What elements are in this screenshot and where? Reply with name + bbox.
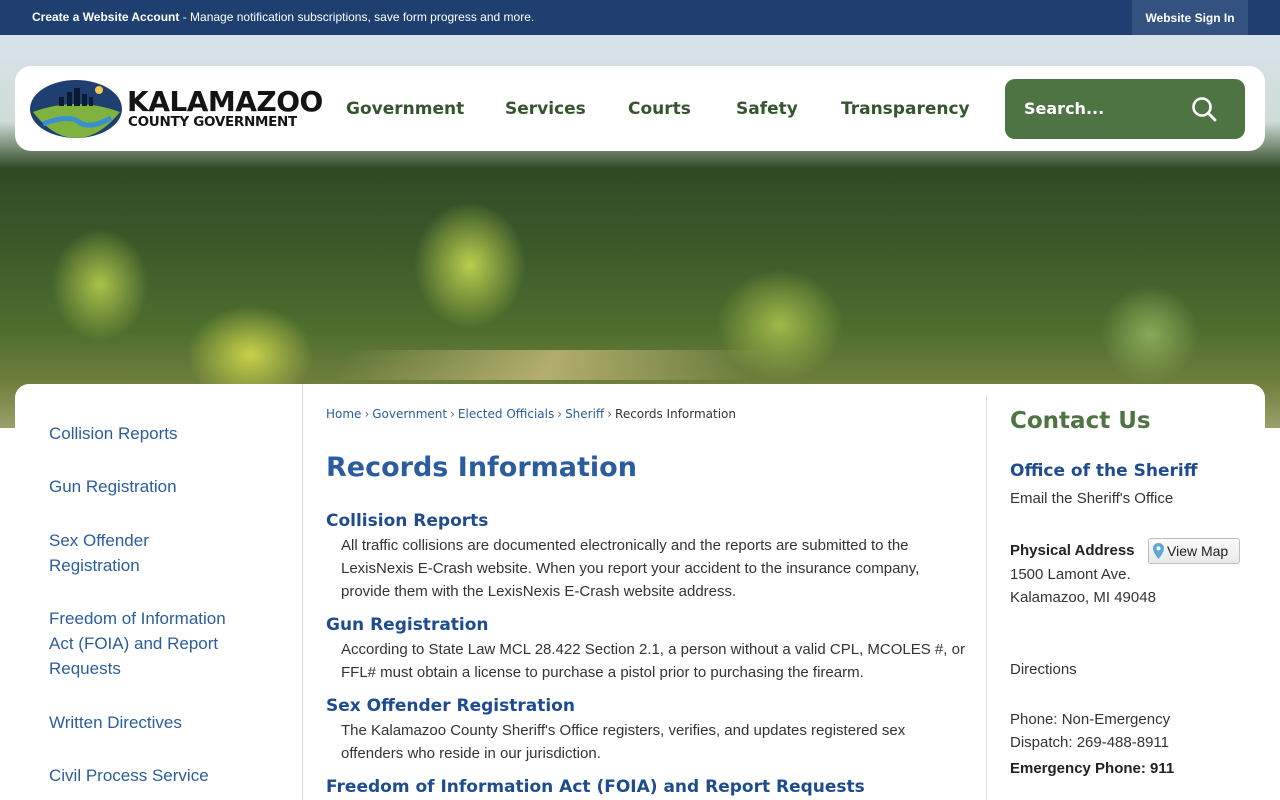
contact-email-link[interactable]: Email the Sheriff's Office (1010, 490, 1173, 507)
breadcrumb-elected-officials[interactable]: Elected Officials (458, 407, 554, 421)
sidebar-item-foia[interactable]: Freedom of Information Act (FOIA) and Re… (49, 606, 254, 681)
nav-government[interactable]: Government (346, 99, 464, 119)
breadcrumb-separator: › (450, 407, 455, 421)
view-map-label: View Map (1167, 543, 1229, 559)
section-body-sex-offender-registration: The Kalamazoo County Sheriff's Office re… (341, 722, 906, 762)
emergency-phone: Emergency Phone: 911 (1010, 760, 1175, 777)
map-pin-icon (1153, 543, 1164, 559)
top-notification-bar: Create a Website Account - Manage notifi… (0, 0, 1280, 35)
county-emblem-icon (30, 80, 122, 138)
sidebar-item-collision-reports[interactable]: Collision Reports (49, 421, 269, 446)
dispatch-phone[interactable]: Dispatch: 269-488-8911 (1010, 734, 1169, 751)
section-heading-foia[interactable]: Freedom of Information Act (FOIA) and Re… (326, 777, 865, 797)
breadcrumb-sheriff[interactable]: Sheriff (565, 407, 604, 421)
section-heading-collision-reports[interactable]: Collision Reports (326, 511, 488, 531)
section-heading-sex-offender-registration[interactable]: Sex Offender Registration (326, 696, 575, 716)
search-icon[interactable] (1191, 96, 1217, 122)
address-line-1: 1500 Lamont Ave. (1010, 566, 1131, 583)
breadcrumb-government[interactable]: Government (372, 407, 447, 421)
logo-subtitle: COUNTY GOVERNMENT (128, 114, 297, 130)
search-input[interactable]: Search... (1024, 99, 1104, 118)
section-body-gun-registration: According to State Law MCL 28.422 Sectio… (341, 641, 965, 681)
contact-divider (986, 396, 987, 800)
create-account-description: - Manage notification subscriptions, sav… (179, 10, 535, 24)
breadcrumb-separator: › (364, 407, 370, 421)
physical-address-label: Physical Address (1010, 542, 1135, 559)
search-box[interactable]: Search... (1005, 79, 1245, 139)
county-logo[interactable]: KALAMAZOO COUNTY GOVERNMENT (29, 78, 323, 140)
directions-link[interactable]: Directions (1010, 661, 1077, 678)
breadcrumb-home[interactable]: Home (326, 407, 361, 421)
breadcrumb: Home › Government › Elected Officials › Sherif… (326, 407, 736, 421)
contact-office-name: Office of the Sheriff (1010, 461, 1198, 481)
nav-transparency[interactable]: Transparency (841, 99, 970, 119)
create-account-message[interactable]: Create a Website Account - Manage notifi… (32, 10, 534, 24)
page-title: Records Information (326, 452, 637, 483)
contact-us-heading: Contact Us (1010, 408, 1151, 434)
site-header: KALAMAZOO COUNTY GOVERNMENT Government S… (15, 66, 1265, 151)
sidebar-item-gun-registration[interactable]: Gun Registration (49, 474, 269, 499)
section-heading-gun-registration[interactable]: Gun Registration (326, 615, 489, 635)
website-sign-in-button[interactable]: Website Sign In (1132, 0, 1248, 35)
sidebar-divider (302, 384, 303, 800)
hero-path-decoration (331, 350, 769, 380)
phone-non-emergency-label: Phone: Non-Emergency (1010, 711, 1171, 728)
breadcrumb-separator: › (557, 407, 563, 421)
create-account-link[interactable]: Create a Website Account (32, 10, 179, 24)
sidebar-item-sex-offender-registration[interactable]: Sex Offender Registration (49, 528, 209, 578)
nav-courts[interactable]: Courts (628, 99, 691, 119)
nav-services[interactable]: Services (505, 99, 586, 119)
nav-safety[interactable]: Safety (736, 99, 798, 119)
breadcrumb-current: Records Information (615, 407, 737, 421)
logo-title: KALAMAZOO (127, 85, 323, 118)
breadcrumb-separator: › (607, 407, 613, 421)
sidebar-item-written-directives[interactable]: Written Directives (49, 710, 269, 735)
view-map-button[interactable]: View Map (1148, 538, 1240, 564)
section-body-collision-reports: All traffic collisions are documented el… (341, 537, 920, 600)
address-line-2: Kalamazoo, MI 49048 (1010, 589, 1156, 606)
sidebar-item-civil-process-service[interactable]: Civil Process Service (49, 763, 269, 788)
